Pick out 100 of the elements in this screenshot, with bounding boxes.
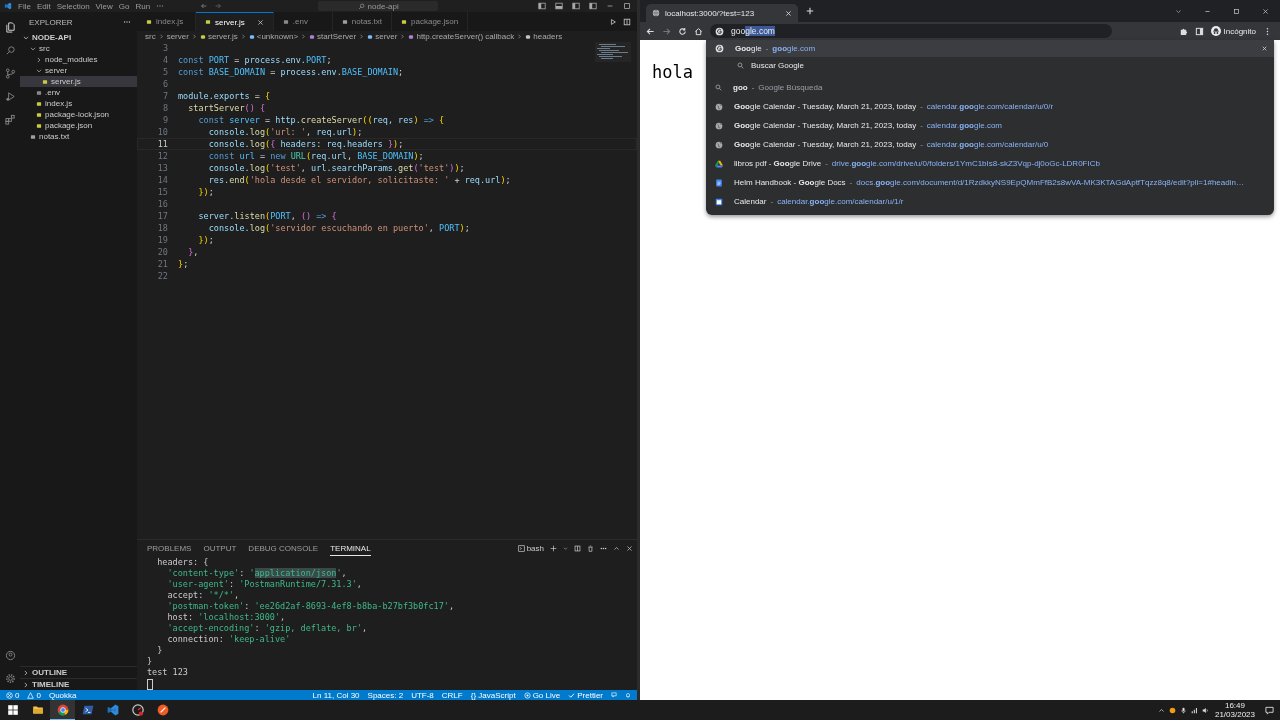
layout-icon[interactable] (538, 2, 546, 10)
app-icon[interactable] (156, 704, 169, 716)
status-item[interactable]: UTF-8 (411, 690, 434, 700)
status-item[interactable]: Go Live (523, 690, 561, 700)
breadcrumb-item[interactable]: server.js (199, 32, 238, 41)
suggestion-item[interactable]: Buscar Google (706, 57, 1274, 74)
account-icon[interactable] (4, 650, 16, 661)
feedback-icon[interactable] (611, 692, 617, 698)
search-icon[interactable] (4, 45, 16, 56)
layout-icon[interactable] (555, 2, 563, 10)
close-icon[interactable] (256, 18, 264, 26)
new-tab-icon[interactable] (806, 7, 814, 15)
puzzle-icon[interactable] (1178, 26, 1188, 36)
project-folder[interactable]: NODE-API (20, 32, 137, 43)
plus-icon[interactable] (550, 545, 557, 552)
forward-arrow-icon[interactable] (662, 26, 671, 36)
microphone-icon[interactable] (1179, 706, 1187, 714)
home-icon[interactable] (694, 26, 703, 36)
suggestion-item[interactable]: Calendar - calendar.google.com/calendar/u/1/r (706, 192, 1274, 211)
windows-start-icon[interactable] (6, 704, 19, 716)
breadcrumb-item[interactable]: src (145, 32, 156, 41)
gauge-icon[interactable] (131, 704, 144, 716)
chevron-up-icon[interactable] (1157, 706, 1165, 714)
suggestion-item[interactable]: goo - Google Búsqueda (706, 78, 1274, 97)
tray-app-icon[interactable] (1168, 706, 1176, 714)
close-icon[interactable] (1262, 7, 1269, 15)
more-icon[interactable] (123, 18, 131, 26)
status-item[interactable]: Ln 11, Col 30 (312, 690, 360, 700)
status-item[interactable]: 0 (6, 690, 20, 700)
more-icon[interactable] (600, 545, 607, 552)
suggestion-item[interactable]: Helm Handbook - Google Docs - docs.google.com/document/d/1RzdkkyNS9EpQMmFfB2s8wVA-MK3KTAGdAptfTqzz8q8/edit?pli=1#headin… (706, 173, 1274, 192)
file-tree-item[interactable]: .env (20, 87, 137, 98)
editor-tab[interactable]: .env (273, 12, 333, 31)
breadcrumb-item[interactable]: startServer (309, 32, 357, 41)
close-icon[interactable] (785, 9, 792, 17)
file-tree-item[interactable]: server.js (20, 76, 137, 87)
panel-tab[interactable]: OUTPUT (203, 542, 237, 555)
notification-icon[interactable] (1265, 705, 1274, 715)
breadcrumb-item[interactable]: server (166, 32, 189, 41)
panel-tab[interactable]: TERMINAL (330, 541, 371, 556)
suggestion-item[interactable]: Google Calendar - Tuesday, March 21, 2023, today - calendar.google.com (706, 116, 1274, 135)
editor-tab[interactable]: server.js (196, 12, 274, 31)
clock-date[interactable]: 21/03/2023 (1214, 710, 1255, 719)
panel-tab[interactable]: PROBLEMS (147, 542, 192, 555)
file-tree-item[interactable]: notas.txt (20, 131, 137, 142)
close-icon[interactable] (626, 545, 633, 552)
clock-time[interactable]: 16:49 (1224, 701, 1245, 710)
breadcrumb-item[interactable]: server (367, 32, 398, 41)
browser-tab[interactable]: localhost:3000/?test=123 (646, 4, 798, 22)
back-arrow-icon[interactable] (646, 26, 655, 36)
layout-icon[interactable] (572, 2, 580, 10)
status-item[interactable]: Spaces: 2 (367, 690, 404, 700)
file-tree-item[interactable]: server (20, 65, 137, 76)
suggestion-item[interactable]: libros pdf - Google Drive - drive.google.com/drive/u/0/folders/1YmC1bIs8-skZ3Vqp-dj0oGc-LDR0FICb (706, 154, 1274, 173)
side-panel-icon[interactable] (1194, 26, 1204, 36)
layout-icon[interactable] (589, 2, 597, 10)
settings-icon[interactable] (4, 673, 16, 684)
breadcrumb-item[interactable]: <unknown> (248, 32, 299, 41)
file-tree-item[interactable]: package-lock.json (20, 109, 137, 120)
run-icon[interactable] (609, 17, 617, 26)
chevron-up-icon[interactable] (613, 545, 620, 552)
menu-item[interactable]: Run (135, 1, 151, 11)
file-tree-item[interactable]: node_modules (20, 54, 137, 65)
section-header[interactable]: OUTLINE (20, 666, 137, 678)
volume-icon[interactable] (1201, 706, 1209, 714)
source-control-icon[interactable] (4, 68, 16, 79)
status-item[interactable]: 0 (27, 690, 41, 700)
reload-icon[interactable] (678, 26, 687, 36)
terminal-selector[interactable]: bash (517, 544, 544, 553)
profile-button[interactable]: Incógnito (1210, 26, 1256, 36)
chevron-down-icon[interactable] (563, 546, 568, 551)
suggestion-item[interactable]: Google - google.com (706, 40, 1274, 57)
editor-tab[interactable]: notas.txt (332, 12, 393, 31)
address-field[interactable]: google.com (710, 24, 1112, 38)
file-tree-item[interactable]: index.js (20, 98, 137, 109)
maximize-icon[interactable] (1233, 7, 1240, 15)
terminal-app-icon[interactable] (81, 704, 94, 716)
command-center[interactable]: node-api (318, 1, 439, 11)
extensions-icon[interactable] (4, 114, 16, 125)
folder-icon[interactable] (31, 704, 44, 716)
file-tree-item[interactable]: package.json (20, 120, 137, 131)
remove-icon[interactable] (1261, 45, 1268, 52)
file-tree-item[interactable]: src (20, 43, 137, 54)
suggestion-item[interactable]: Google Calendar - Tuesday, March 21, 2023, today - calendar.google.com/calendar/u/0 (706, 135, 1274, 154)
menu-item[interactable]: View (95, 1, 113, 11)
menu-item[interactable]: File (18, 1, 31, 11)
breadcrumb-item[interactable]: headers (525, 32, 563, 41)
panel-tab[interactable]: DEBUG CONSOLE (248, 542, 319, 555)
run-debug-icon[interactable] (4, 91, 16, 102)
suggestion-item[interactable]: Google Calendar - Tuesday, March 21, 2023, today - calendar.google.com/calendar/u/0/r (706, 97, 1274, 116)
breadcrumb-item[interactable]: http.createServer() callback (408, 32, 515, 41)
files-icon[interactable] (4, 22, 16, 33)
split-editor-icon[interactable] (623, 17, 631, 26)
maximize-icon[interactable] (623, 2, 631, 10)
code-editor-icon[interactable] (106, 704, 119, 716)
network-icon[interactable] (1190, 706, 1198, 714)
status-item[interactable]: {} JavaScript (470, 690, 516, 700)
chevron-down-icon[interactable] (1175, 7, 1182, 15)
status-item[interactable]: CRLF (441, 690, 463, 700)
menu-item[interactable]: Selection (56, 1, 90, 11)
